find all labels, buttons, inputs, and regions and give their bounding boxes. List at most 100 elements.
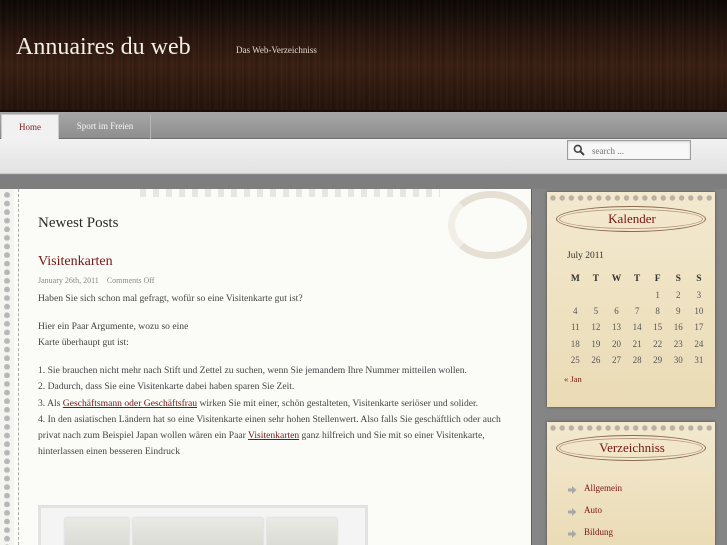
card-image-part [65, 518, 129, 545]
calendar-day: 12 [591, 322, 601, 333]
coffee-stain-decoration [448, 191, 534, 259]
post-meta: January 26th, 2011 Comments Off [38, 276, 154, 285]
calendar-day: 28 [632, 354, 642, 365]
post-paragraph: Haben Sie sich schon mal gefragt, wofür … [38, 293, 303, 304]
calendar-day: 5 [593, 306, 599, 317]
list-item: 3. Als Geschäftsmann oder Geschäftsfrau … [38, 398, 478, 409]
directory-item-label: Allgemein [584, 483, 622, 493]
calendar-day: 30 [673, 354, 683, 365]
site-header: Annuaires du web Das Web-Verzeichniss [0, 0, 727, 112]
search-input[interactable] [592, 144, 688, 157]
calendar-day [565, 287, 586, 303]
main-content: Newest Posts Visitenkarten January 26th,… [0, 189, 534, 545]
paper-holes [549, 424, 713, 432]
calendar-day: 31 [694, 354, 704, 365]
calendar-day: 9 [676, 306, 681, 317]
calendar-day: 8 [655, 306, 660, 317]
calendar-week-row: 25 26 27 28 29 30 31 [565, 352, 709, 368]
calendar-day: 23 [673, 338, 683, 349]
search-bar [0, 139, 727, 174]
arrow-right-icon [568, 508, 577, 516]
post-text: Hier ein Paar Argumente, wozu so eine [38, 321, 189, 332]
calendar-day [627, 287, 648, 303]
site-description: Das Web-Verzeichniss [236, 45, 317, 55]
weekday-header: T [633, 273, 641, 284]
post-comments: Comments Off [106, 276, 155, 285]
calendar-week-row: 1 2 3 [565, 287, 709, 303]
list-item: 4. In den asiatischen Ländern hat so ein… [38, 414, 501, 458]
calendar-day [606, 287, 627, 303]
post-paragraph: Hier ein Paar Argumente, wozu so eine Ka… [38, 319, 508, 352]
search-box[interactable] [567, 140, 691, 160]
visitenkarten-link[interactable]: Visitenkarten [248, 430, 299, 441]
weekday-header: S [675, 273, 681, 284]
calendar-day: 22 [653, 338, 663, 349]
list-text: wirken Sie mit einer, schön gestalteten,… [197, 397, 479, 409]
list-text: 3. Als [38, 397, 63, 409]
calendar-day: 25 [570, 354, 580, 365]
calendar-day: 20 [611, 338, 621, 349]
calendar-day: 17 [694, 322, 704, 333]
calendar-day: 24 [694, 338, 704, 349]
widget-title-frame: Kalender [556, 206, 706, 232]
weekday-header: W [611, 273, 622, 284]
calendar-day: 2 [676, 290, 681, 301]
calendar-title: Kalender [608, 211, 656, 226]
post-image [38, 505, 368, 545]
businessman-link[interactable]: Geschäftsmann oder Geschäftsfrau [63, 398, 197, 409]
arrow-right-icon [568, 486, 577, 494]
calendar-caption: July 2011 [567, 251, 604, 261]
calendar-day [586, 287, 607, 303]
divider-band [0, 175, 727, 189]
calendar-day: 15 [653, 322, 663, 333]
calendar-week-row: 11 12 13 14 15 16 17 [565, 319, 709, 335]
card-image-part [133, 518, 263, 545]
calendar-day: 16 [673, 322, 683, 333]
calendar-day: 7 [634, 306, 640, 317]
directory-item-label: Bildung [584, 527, 614, 537]
weekday-header: S [696, 273, 702, 284]
calendar-day: 13 [611, 322, 621, 333]
calendar-day: 11 [570, 322, 580, 333]
directory-item-label: Auto [584, 505, 602, 515]
nav-tab-home[interactable]: Home [1, 114, 59, 139]
calendar-day: 27 [611, 354, 621, 365]
calendar-week-row: 18 19 20 21 22 23 24 [565, 336, 709, 352]
post-text: Karte überhaupt gut ist: [38, 337, 129, 349]
calendar-day: 4 [573, 306, 578, 317]
calendar-day: 10 [694, 306, 704, 317]
calendar-day: 3 [696, 290, 702, 301]
sidebar: Kalender July 2011 M T W T F S S 1234567… [533, 189, 727, 545]
page-heading: Newest Posts [38, 215, 119, 231]
site-title[interactable]: Annuaires du web [16, 34, 191, 61]
widget-title-frame: Verzeichniss [556, 435, 706, 461]
calendar-widget: Kalender July 2011 M T W T F S S 1234567… [547, 192, 715, 407]
card-image-part [267, 518, 337, 545]
post-list: 1. Sie brauchen nicht mehr nach Stift un… [38, 363, 508, 461]
calendar-day: 21 [632, 338, 642, 349]
calendar-body: 1 2 3 4 5 6 7 8 9 10 11 12 13 14 15 16 17 18 19 20 21 22 23 24 2… [565, 287, 709, 368]
notebook-binding [0, 189, 14, 545]
arrow-right-icon [568, 530, 577, 538]
weekday-header: T [592, 273, 600, 284]
main-navigation: Home Sport im Freien [0, 112, 727, 139]
calendar-table: M T W T F S S 1 2 3 4 5 6 7 8 9 10 11 12 13 14 15 16 17 1… [565, 270, 709, 368]
calendar-day: 14 [632, 322, 642, 333]
calendar-day: 29 [653, 354, 663, 365]
directory-title: Verzeichniss [599, 440, 665, 455]
calendar-prev-link[interactable]: « Jan [564, 374, 582, 384]
weekday-header: F [654, 273, 661, 284]
torn-edge-decoration [140, 189, 440, 197]
calendar-day: 26 [591, 354, 601, 365]
directory-widget: Verzeichniss Allgemein Auto Bildung [547, 422, 715, 545]
search-icon[interactable] [573, 144, 585, 156]
post-title-link[interactable]: Visitenkarten [38, 254, 113, 270]
weekday-header: M [570, 273, 580, 284]
post-date: January 26th, 2011 [38, 276, 99, 285]
list-item: 1. Sie brauchen nicht mehr nach Stift un… [38, 365, 467, 376]
calendar-day: 6 [614, 306, 619, 317]
calendar-day: 1 [655, 290, 660, 301]
calendar-day: 19 [591, 338, 601, 349]
calendar-week-row: 4 5 6 7 8 9 10 [565, 303, 709, 319]
nav-tab-sport-im-freien[interactable]: Sport im Freien [60, 114, 151, 139]
